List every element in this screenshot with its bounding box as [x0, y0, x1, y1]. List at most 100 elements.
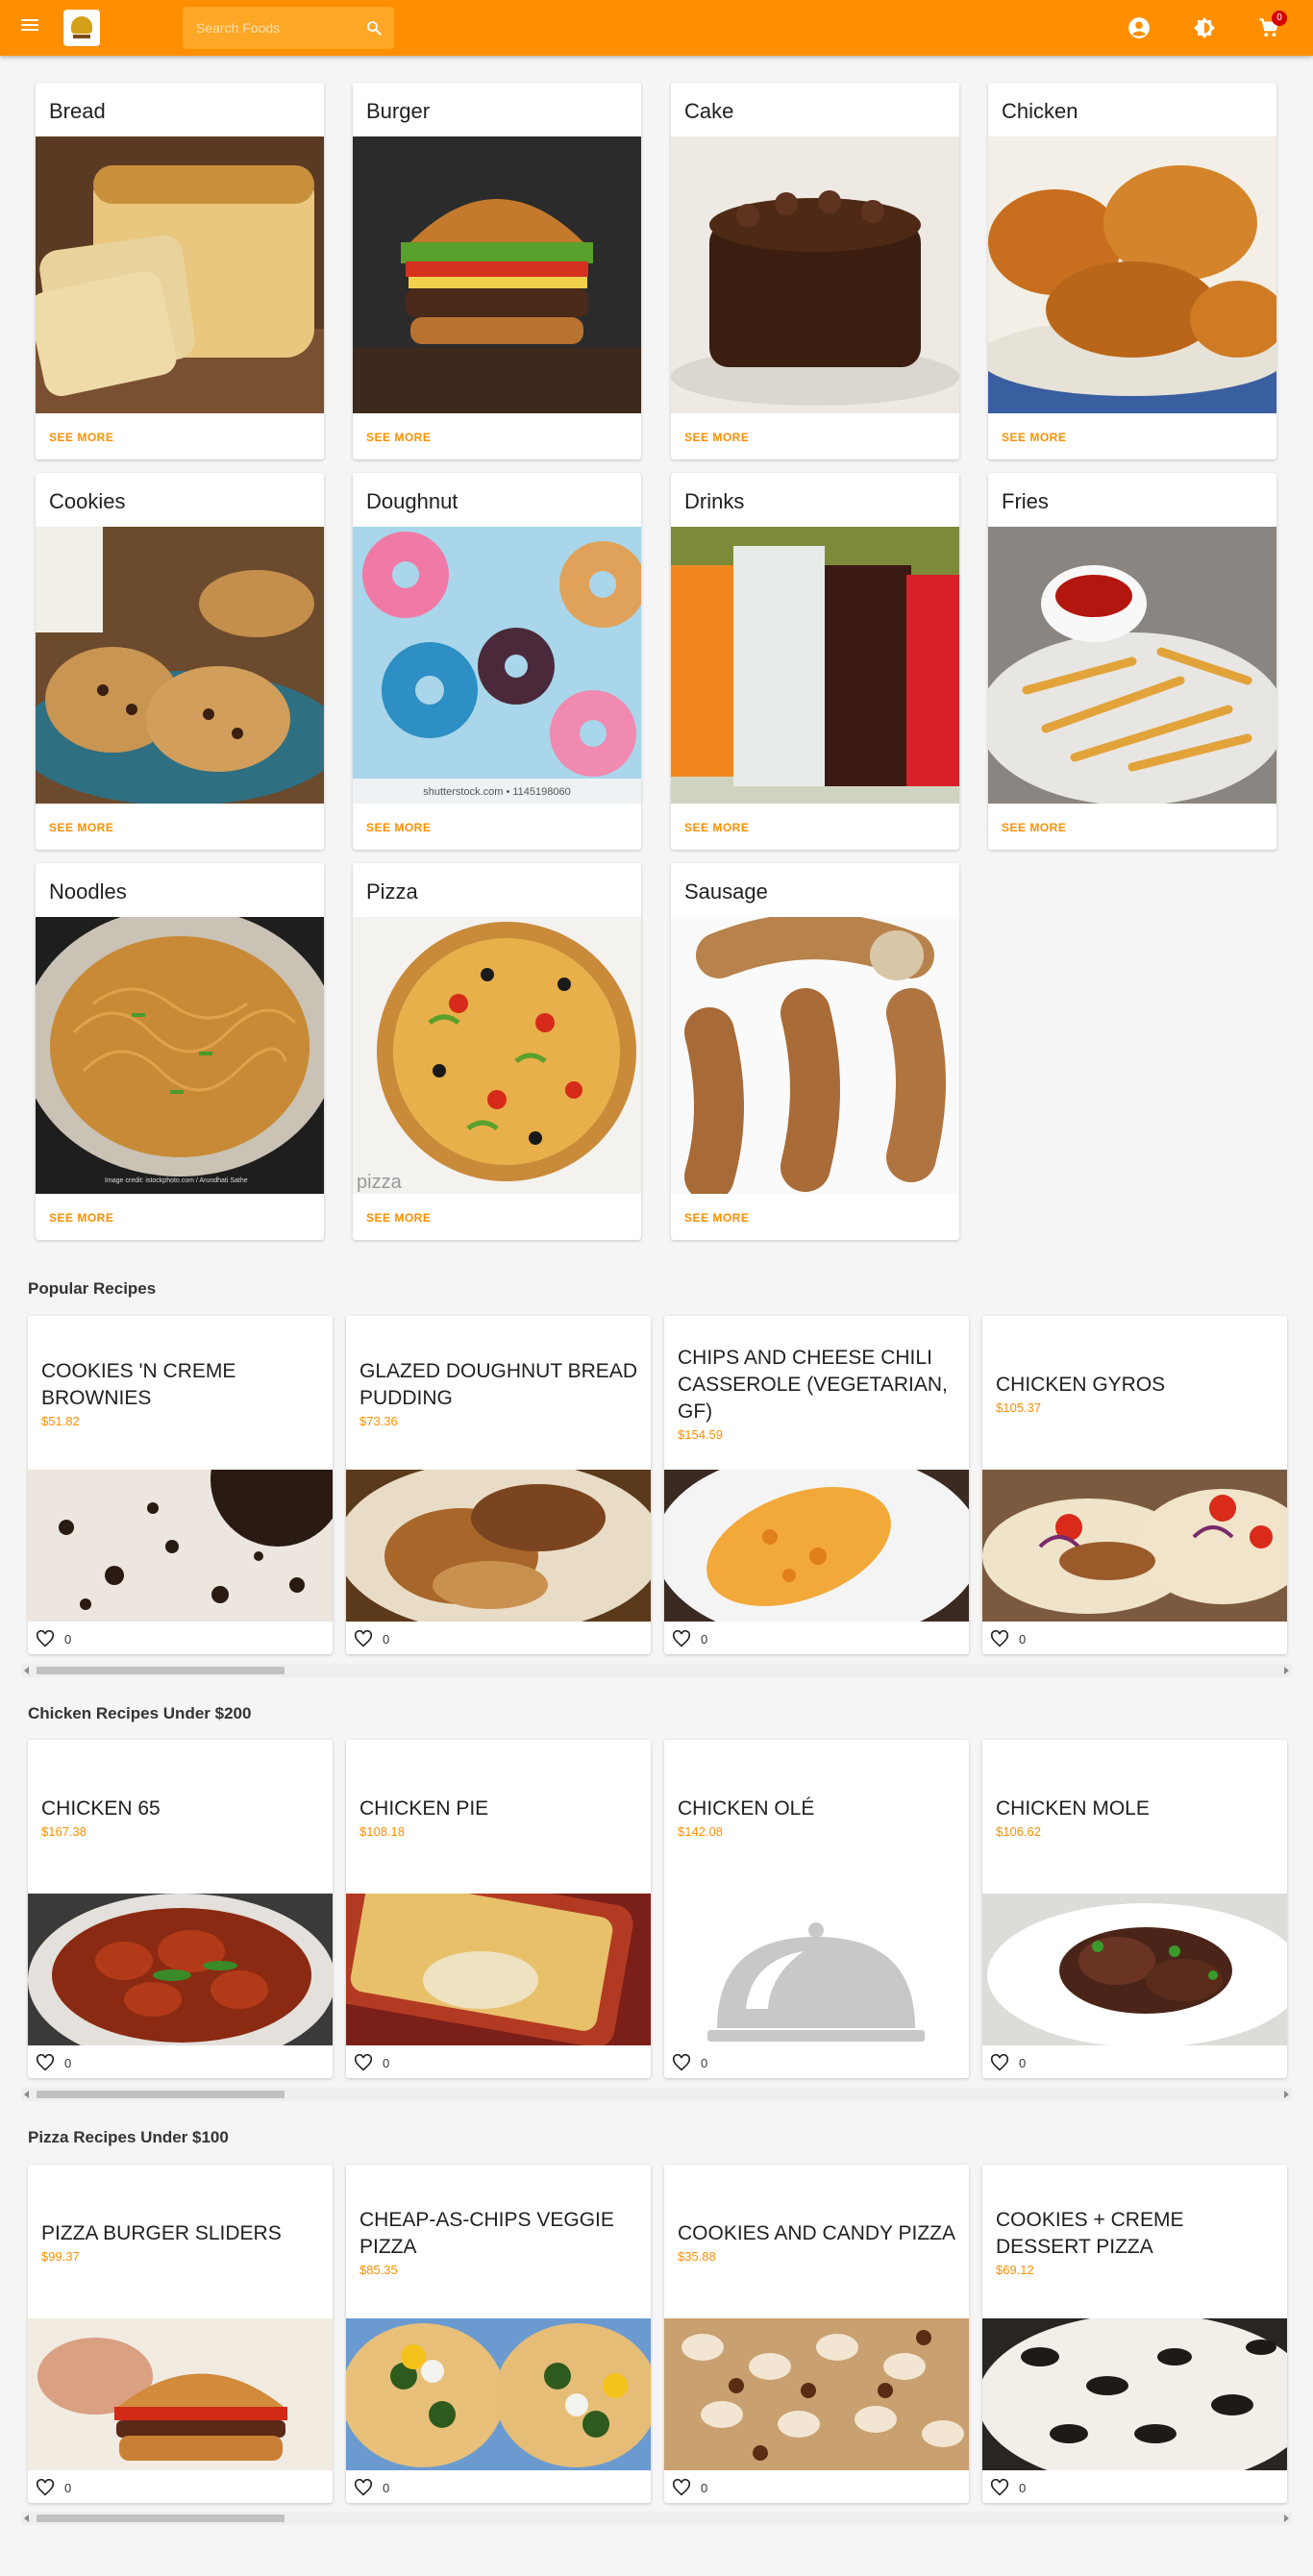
- recipe-card[interactable]: CHICKEN GYROS $105.37 0: [982, 1316, 1287, 1654]
- heart-icon[interactable]: [36, 2479, 55, 2496]
- category-card-chicken[interactable]: Chicken SEE MORE: [988, 83, 1276, 459]
- recipe-image: [28, 1470, 333, 1622]
- category-card-noodles[interactable]: Noodles Image credit: istockphoto.com / …: [36, 863, 324, 1240]
- recipe-card[interactable]: COOKIES 'N CREME BROWNIES $51.82 0: [28, 1316, 333, 1654]
- app-bar: 0: [0, 0, 1313, 56]
- recipe-price: $167.38: [41, 1823, 87, 1839]
- category-card-cake[interactable]: Cake SEE MORE: [671, 83, 959, 459]
- recipe-card[interactable]: CHICKEN OLÉ $142.08 0: [664, 1740, 969, 2078]
- see-more-link[interactable]: SEE MORE: [684, 431, 749, 444]
- category-card-pizza[interactable]: Pizza pizza SEE MORE: [353, 863, 641, 1240]
- recipe-card[interactable]: CHIPS AND CHEESE CHILI CASSEROLE (VEGETA…: [664, 1316, 969, 1654]
- heart-icon[interactable]: [354, 1630, 373, 1647]
- see-more-link[interactable]: SEE MORE: [49, 431, 113, 444]
- doughnut-image: shutterstock.com • 1145198060: [353, 527, 641, 804]
- see-more-link[interactable]: SEE MORE: [366, 1211, 431, 1225]
- like-count: 0: [64, 2480, 72, 2495]
- like-count: 0: [64, 1631, 72, 1647]
- recipe-card[interactable]: CHICKEN 65 $167.38 0: [28, 1740, 333, 2078]
- recipe-card[interactable]: COOKIES AND CANDY PIZZA $35.88 0: [664, 2165, 969, 2503]
- noodles-image: Image credit: istockphoto.com / Arundhat…: [36, 917, 324, 1194]
- horizontal-scrollbar[interactable]: [21, 2088, 1292, 2101]
- heart-icon[interactable]: [672, 2479, 691, 2496]
- heart-icon[interactable]: [354, 2479, 373, 2496]
- recipe-footer: 0: [354, 2478, 389, 2497]
- see-more-link[interactable]: SEE MORE: [49, 1211, 113, 1225]
- like-count: 0: [64, 2055, 72, 2070]
- like-count: 0: [383, 2480, 390, 2495]
- category-card-drinks[interactable]: Drinks SEE MORE: [671, 473, 959, 850]
- see-more-link[interactable]: SEE MORE: [684, 1211, 749, 1225]
- cookies-image: [36, 527, 324, 804]
- recipe-footer: 0: [990, 2053, 1026, 2072]
- recipe-name: COOKIES AND CANDY PIZZA: [678, 2221, 956, 2244]
- heart-icon[interactable]: [990, 2479, 1009, 2496]
- app-logo[interactable]: [63, 10, 100, 46]
- category-title: Cake: [684, 99, 734, 123]
- see-more-link[interactable]: SEE MORE: [366, 821, 431, 834]
- recipe-name: CHIPS AND CHEESE CHILI CASSEROLE (VEGETA…: [678, 1346, 948, 1423]
- recipe-name: GLAZED DOUGHNUT BREAD PUDDING: [359, 1359, 637, 1409]
- see-more-link[interactable]: SEE MORE: [366, 431, 431, 444]
- category-title: Burger: [366, 99, 431, 123]
- recipe-header: CHIPS AND CHEESE CHILI CASSEROLE (VEGETA…: [678, 1316, 956, 1470]
- recipe-image: [28, 2318, 333, 2470]
- recipe-price: $99.37: [41, 2248, 80, 2264]
- recipe-footer: 0: [36, 2053, 71, 2072]
- cart-button[interactable]: 0: [1256, 11, 1287, 40]
- category-title: Fries: [1002, 489, 1049, 513]
- category-card-bread[interactable]: Bread SEE MORE: [36, 83, 324, 459]
- category-title: Pizza: [366, 879, 418, 904]
- heart-icon[interactable]: [354, 2054, 373, 2071]
- category-card-cookies[interactable]: Cookies SEE MORE: [36, 473, 324, 850]
- placeholder-image: [664, 1894, 969, 2045]
- scrollbar-thumb[interactable]: [37, 2514, 285, 2522]
- recipe-footer: 0: [990, 1629, 1026, 1648]
- recipe-card[interactable]: CHICKEN MOLE $106.62 0: [982, 1740, 1287, 2078]
- scrollbar-thumb[interactable]: [37, 2091, 285, 2098]
- recipe-name: COOKIES + CREME DESSERT PIZZA: [996, 2208, 1184, 2258]
- recipe-price: $85.35: [359, 2262, 398, 2277]
- cake-image: [671, 136, 959, 413]
- category-title: Sausage: [684, 879, 768, 904]
- category-card-fries[interactable]: Fries SEE MORE: [988, 473, 1276, 850]
- recipe-price: $105.37: [996, 1399, 1041, 1415]
- recipe-footer: 0: [354, 1629, 389, 1648]
- menu-icon[interactable]: [19, 16, 40, 37]
- see-more-link[interactable]: SEE MORE: [49, 821, 113, 834]
- heart-icon[interactable]: [672, 2054, 691, 2071]
- heart-icon[interactable]: [36, 1630, 55, 1647]
- recipe-card[interactable]: PIZZA BURGER SLIDERS $99.37 0: [28, 2165, 333, 2503]
- category-card-doughnut[interactable]: Doughnut shutterstock.com • 1145198060 S…: [353, 473, 641, 850]
- category-title: Cookies: [49, 489, 126, 513]
- see-more-link[interactable]: SEE MORE: [1002, 821, 1066, 834]
- pizza-watermark: pizza: [357, 1172, 403, 1193]
- category-title: Noodles: [49, 879, 127, 904]
- heart-icon[interactable]: [672, 1630, 691, 1647]
- heart-icon[interactable]: [36, 2054, 55, 2071]
- scrollbar-thumb[interactable]: [37, 1667, 285, 1674]
- recipe-card[interactable]: GLAZED DOUGHNUT BREAD PUDDING $73.36 0: [346, 1316, 651, 1654]
- account-icon[interactable]: [1127, 15, 1152, 40]
- recipe-card[interactable]: COOKIES + CREME DESSERT PIZZA $69.12 0: [982, 2165, 1287, 2503]
- horizontal-scrollbar[interactable]: [21, 2512, 1292, 2525]
- heart-icon[interactable]: [990, 1630, 1009, 1647]
- recipe-card[interactable]: CHEAP-AS-CHIPS VEGGIE PIZZA $85.35 0: [346, 2165, 651, 2503]
- recipe-price: $69.12: [996, 2262, 1034, 2277]
- see-more-link[interactable]: SEE MORE: [1002, 431, 1066, 444]
- recipe-name: CHEAP-AS-CHIPS VEGGIE PIZZA: [359, 2208, 614, 2258]
- see-more-link[interactable]: SEE MORE: [684, 821, 749, 834]
- recipe-price: $108.18: [359, 1823, 405, 1839]
- category-card-burger[interactable]: Burger SEE MORE: [353, 83, 641, 459]
- theme-toggle-icon[interactable]: [1192, 15, 1217, 40]
- search-icon[interactable]: [365, 19, 383, 37]
- search-input[interactable]: [196, 18, 350, 37]
- recipe-card[interactable]: CHICKEN PIE $108.18 0: [346, 1740, 651, 2078]
- recipe-image: [664, 2318, 969, 2470]
- horizontal-scrollbar[interactable]: [21, 1664, 1292, 1677]
- drinks-image: [671, 527, 959, 804]
- category-card-sausage[interactable]: Sausage SEE MORE: [671, 863, 959, 1240]
- heart-icon[interactable]: [990, 2054, 1009, 2071]
- recipe-image: [664, 1470, 969, 1622]
- noodles-credit: Image credit: istockphoto.com / Arundhat…: [105, 1177, 248, 1184]
